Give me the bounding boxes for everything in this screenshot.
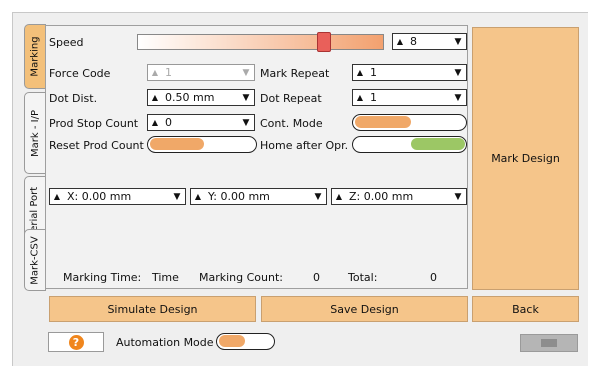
home-after-opr-toggle[interactable]	[352, 136, 467, 153]
arrow-up-icon[interactable]: ▲	[148, 93, 162, 102]
dot-repeat-label: Dot Repeat	[260, 92, 322, 105]
cont-mode-label: Cont. Mode	[260, 117, 323, 130]
chevron-down-icon[interactable]: ▼	[238, 93, 254, 103]
chevron-down-icon[interactable]: ▼	[238, 118, 254, 128]
speed-label: Speed	[49, 36, 84, 49]
force-code-spinner: ▲ 1 ▼	[147, 64, 255, 81]
force-code-value: 1	[165, 66, 172, 79]
speed-value: 8	[410, 35, 417, 48]
dot-repeat-value: 1	[370, 91, 377, 104]
reset-prod-count-label: Reset Prod Count	[49, 139, 144, 152]
z-coord-value: Z: 0.00 mm	[349, 190, 414, 203]
arrow-up-icon: ▲	[151, 68, 159, 77]
chevron-down-icon: ▼	[242, 67, 250, 78]
mark-design-button[interactable]: Mark Design	[472, 27, 579, 290]
toggle-knob	[150, 138, 204, 150]
question-mark-icon: ?	[68, 334, 84, 350]
toggle-knob	[411, 138, 465, 150]
x-coord-value: X: 0.00 mm	[67, 190, 132, 203]
z-coord-spinner[interactable]: ▲ Z: 0.00 mm ▼	[331, 188, 467, 205]
arrow-up-icon[interactable]: ▲	[191, 192, 205, 201]
tab-mark-ip[interactable]: Mark - I/P	[24, 92, 46, 174]
mark-repeat-label: Mark Repeat	[260, 67, 330, 80]
tab-mark-csv[interactable]: Mark-CSV	[24, 229, 46, 291]
speed-spinner[interactable]: ▲ 8 ▼	[392, 33, 467, 50]
mark-repeat-spinner[interactable]: ▲ 1 ▼	[352, 64, 467, 81]
automation-mode-toggle[interactable]	[216, 333, 275, 350]
reset-prod-count-toggle[interactable]	[147, 136, 257, 153]
arrow-up-icon[interactable]: ▲	[50, 192, 64, 201]
force-code-label: Force Code	[49, 67, 111, 80]
tab-mark-ip-label: Mark - I/P	[29, 109, 41, 157]
dot-dist-label: Dot Dist.	[49, 92, 98, 105]
keyboard-icon	[541, 339, 557, 347]
dot-dist-spinner[interactable]: ▲ 0.50 mm ▼	[147, 89, 255, 106]
cont-mode-toggle[interactable]	[352, 114, 467, 131]
chevron-down-icon[interactable]: ▼	[450, 192, 466, 202]
chevron-down-icon[interactable]: ▼	[310, 192, 326, 202]
back-button[interactable]: Back	[472, 296, 579, 322]
tab-marking[interactable]: Marking	[24, 24, 46, 89]
toggle-knob	[219, 335, 245, 347]
marking-count-label: Marking Count:	[199, 271, 284, 284]
dot-dist-value: 0.50 mm	[165, 91, 215, 104]
dot-repeat-spinner[interactable]: ▲ 1 ▼	[352, 89, 467, 106]
home-after-opr-label: Home after Opr.	[260, 139, 349, 152]
marking-time-label: Marking Time:	[63, 271, 142, 284]
speed-slider[interactable]	[137, 32, 384, 52]
tab-mark-csv-label: Mark-CSV	[29, 235, 41, 285]
y-coord-value: Y: 0.00 mm	[208, 190, 270, 203]
arrow-up-icon[interactable]: ▲	[148, 118, 162, 127]
arrow-up-icon[interactable]: ▲	[332, 192, 346, 201]
simulate-design-button[interactable]: Simulate Design	[49, 296, 256, 322]
total-value: 0	[430, 271, 437, 284]
prod-stop-count-spinner[interactable]: ▲ 0 ▼	[147, 114, 255, 131]
mark-repeat-value: 1	[370, 66, 377, 79]
chevron-down-icon[interactable]: ▼	[450, 68, 466, 78]
chevron-down-icon[interactable]: ▼	[169, 192, 185, 202]
chevron-down-icon[interactable]: ▼	[450, 93, 466, 103]
arrow-up-icon[interactable]: ▲	[353, 93, 367, 102]
x-coord-spinner[interactable]: ▲ X: 0.00 mm ▼	[49, 188, 186, 205]
arrow-up-icon[interactable]: ▲	[353, 68, 367, 77]
marking-count-value: 0	[313, 271, 320, 284]
prod-stop-count-value: 0	[165, 116, 172, 129]
total-label: Total:	[348, 271, 378, 284]
arrow-up-icon[interactable]: ▲	[393, 37, 407, 46]
help-button[interactable]: ?	[48, 332, 104, 352]
automation-mode-label: Automation Mode	[116, 336, 214, 349]
speed-slider-thumb[interactable]	[317, 32, 332, 52]
marking-time-value: Time	[152, 271, 179, 284]
tab-marking-label: Marking	[29, 36, 41, 77]
prod-stop-count-label: Prod Stop Count	[49, 117, 139, 130]
save-design-button[interactable]: Save Design	[261, 296, 468, 322]
chevron-down-icon[interactable]: ▼	[450, 37, 466, 47]
y-coord-spinner[interactable]: ▲ Y: 0.00 mm ▼	[190, 188, 327, 205]
keyboard-button[interactable]	[520, 334, 578, 352]
toggle-knob	[355, 116, 411, 128]
